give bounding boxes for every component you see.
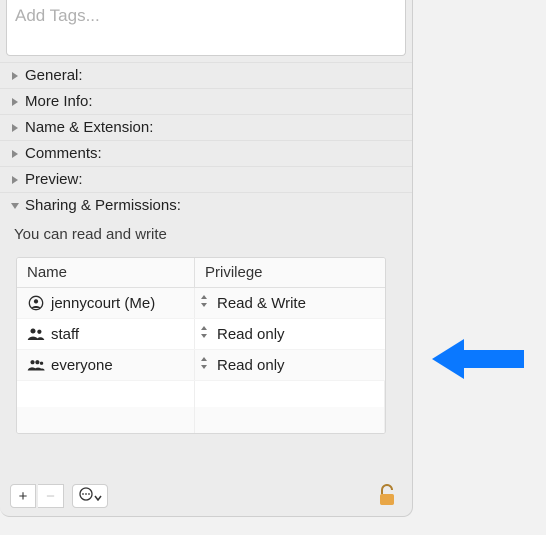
chevron-right-icon — [9, 96, 21, 108]
privilege-value: Read & Write — [217, 295, 306, 312]
tags-input[interactable]: Add Tags... — [6, 0, 406, 56]
section-sharing-permissions[interactable]: Sharing & Permissions: — [0, 192, 412, 218]
minus-icon: − — [46, 488, 55, 505]
section-comments[interactable]: Comments: — [0, 140, 412, 166]
table-header-row: Name Privilege — [17, 258, 385, 288]
column-header-name[interactable]: Name — [17, 258, 195, 287]
action-menu-button[interactable] — [72, 484, 108, 508]
empty-row — [17, 381, 385, 407]
name-cell: everyone — [17, 350, 195, 380]
lock-icon[interactable] — [378, 484, 398, 508]
tags-placeholder: Add Tags... — [15, 6, 100, 26]
name-cell: jennycourt (Me) — [17, 288, 195, 318]
permissions-body: You can read and write Name Privilege je… — [0, 218, 412, 434]
table-row[interactable]: staff Read only — [17, 319, 385, 350]
column-header-label: Name — [27, 264, 67, 281]
add-button[interactable]: + — [10, 484, 36, 508]
section-label: Preview: — [25, 171, 83, 188]
column-header-privilege[interactable]: Privilege — [195, 258, 385, 287]
column-header-label: Privilege — [205, 264, 263, 281]
permissions-table: Name Privilege jennycourt (Me) — [16, 257, 386, 434]
remove-button[interactable]: − — [38, 484, 64, 508]
privilege-value: Read only — [217, 357, 285, 374]
chevron-right-icon — [9, 148, 21, 160]
stepper-icon — [200, 356, 208, 374]
section-label: Sharing & Permissions: — [25, 197, 181, 214]
permissions-status: You can read and write — [10, 226, 402, 243]
section-general[interactable]: General: — [0, 62, 412, 88]
group-icon — [27, 325, 45, 343]
arrow-left-icon — [428, 335, 528, 387]
plus-icon: + — [19, 488, 28, 505]
section-label: More Info: — [25, 93, 93, 110]
ellipsis-circle-icon — [79, 487, 93, 505]
privilege-cell[interactable]: Read only — [195, 350, 385, 380]
privilege-value: Read only — [217, 326, 285, 343]
chevron-down-icon — [94, 488, 102, 505]
empty-row — [17, 407, 385, 433]
privilege-cell[interactable]: Read & Write — [195, 288, 385, 318]
section-name-extension[interactable]: Name & Extension: — [0, 114, 412, 140]
info-panel: Add Tags... General: More Info: Name & E… — [0, 0, 413, 517]
table-row[interactable]: everyone Read only — [17, 350, 385, 381]
chevron-down-icon — [9, 200, 21, 212]
name-cell: staff — [17, 319, 195, 349]
section-label: Name & Extension: — [25, 119, 153, 136]
stepper-icon — [200, 294, 208, 312]
chevron-right-icon — [9, 122, 21, 134]
user-name: jennycourt (Me) — [51, 295, 155, 312]
permissions-toolbar: + − — [10, 484, 108, 508]
group-icon — [27, 356, 45, 374]
chevron-right-icon — [9, 174, 21, 186]
section-more-info[interactable]: More Info: — [0, 88, 412, 114]
section-label: Comments: — [25, 145, 102, 162]
user-icon — [27, 294, 45, 312]
section-preview[interactable]: Preview: — [0, 166, 412, 192]
stepper-icon — [200, 325, 208, 343]
table-row[interactable]: jennycourt (Me) Read & Write — [17, 288, 385, 319]
user-name: everyone — [51, 357, 113, 374]
privilege-cell[interactable]: Read only — [195, 319, 385, 349]
section-label: General: — [25, 67, 83, 84]
user-name: staff — [51, 326, 79, 343]
chevron-right-icon — [9, 70, 21, 82]
